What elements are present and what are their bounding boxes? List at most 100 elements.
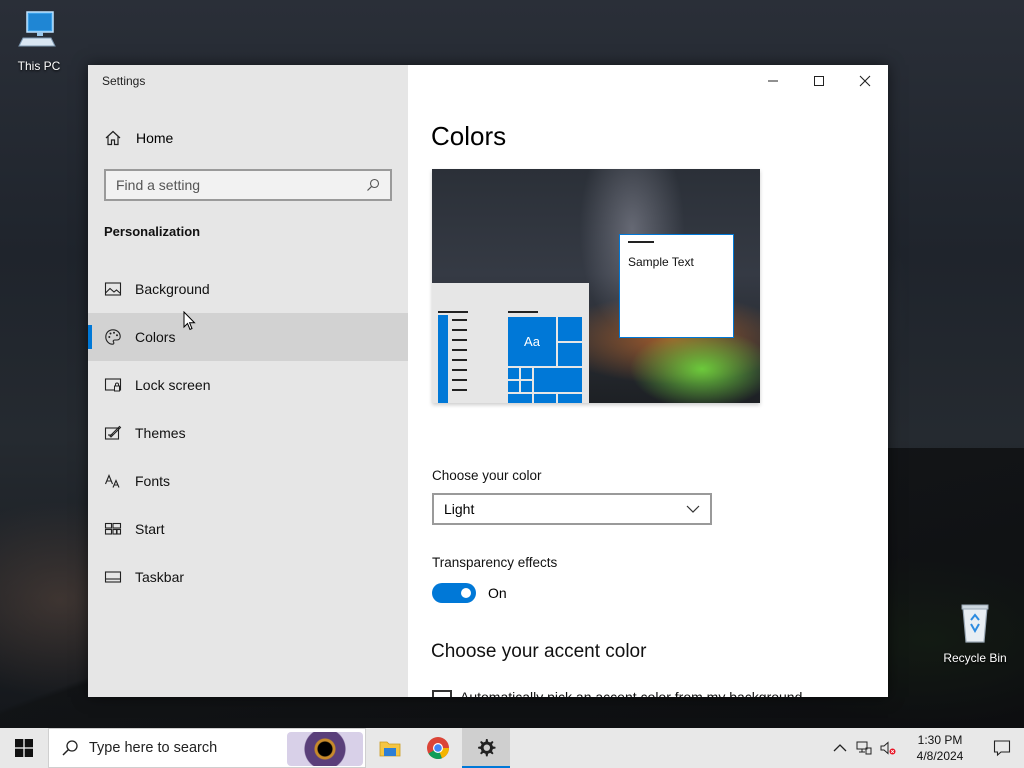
notification-icon xyxy=(993,740,1011,757)
transparency-state: On xyxy=(488,585,507,601)
preview-line xyxy=(508,311,538,313)
preview-tiles: Aa xyxy=(508,317,582,403)
settings-sidebar: Settings Home Personalization Background xyxy=(88,65,408,697)
settings-window: Settings Home Personalization Background xyxy=(88,65,888,697)
sidebar-home-label: Home xyxy=(136,130,174,146)
sidebar-item-colors[interactable]: Colors xyxy=(88,313,408,361)
palette-icon xyxy=(105,329,121,345)
sidebar-item-label: Background xyxy=(135,281,210,297)
taskbar-icon xyxy=(104,571,122,583)
recycle-bin-icon xyxy=(961,604,989,643)
settings-content: Colors Aa Sample Text Choose your color … xyxy=(408,65,888,697)
chevron-up-icon xyxy=(833,744,847,752)
toggle-knob xyxy=(461,588,471,598)
tray-show-hidden-button[interactable] xyxy=(828,728,852,768)
preview-line xyxy=(452,339,467,341)
preview-line xyxy=(452,379,467,381)
preview-tile xyxy=(534,394,556,403)
sidebar-item-background[interactable]: Background xyxy=(88,265,408,313)
tray-network-button[interactable] xyxy=(852,728,876,768)
sidebar-item-taskbar[interactable]: Taskbar xyxy=(88,553,408,601)
find-setting-input[interactable] xyxy=(116,177,366,193)
folder-icon xyxy=(379,741,401,757)
accent-color-heading: Choose your accent color xyxy=(431,641,647,662)
desktop-icon-this-pc[interactable]: This PC xyxy=(4,8,74,73)
sidebar-item-start[interactable]: Start xyxy=(88,505,408,553)
desktop-icon-label: This PC xyxy=(17,59,61,73)
taskbar-app-settings[interactable] xyxy=(462,728,510,768)
taskbar-search-box[interactable] xyxy=(48,728,366,768)
page-title: Colors xyxy=(431,121,507,151)
taskbar-app-file-explorer[interactable] xyxy=(366,728,414,768)
window-controls xyxy=(750,65,888,97)
preview-line xyxy=(452,349,467,351)
preview-line xyxy=(452,369,467,371)
sidebar-item-label: Fonts xyxy=(135,473,171,489)
sidebar-item-label: Taskbar xyxy=(135,569,185,585)
sidebar-item-label: Colors xyxy=(135,329,176,345)
taskbar-clock[interactable]: 1:30 PM 4/8/2024 xyxy=(900,732,980,764)
chevron-down-icon xyxy=(686,505,700,513)
gear-icon xyxy=(478,739,496,757)
sidebar-item-fonts[interactable]: Fonts xyxy=(88,457,408,505)
clock-time: 1:30 PM xyxy=(917,733,963,747)
taskbar-search-input[interactable] xyxy=(89,740,269,756)
taskbar: 1:30 PM 4/8/2024 xyxy=(0,728,1024,768)
volume-muted-icon xyxy=(880,741,896,755)
transparency-toggle-row: On xyxy=(432,583,507,603)
chrome-icon xyxy=(427,737,449,759)
search-icon xyxy=(367,178,380,191)
desktop-icon-recycle-bin[interactable]: Recycle Bin xyxy=(940,600,1010,665)
maximize-icon xyxy=(814,76,824,86)
network-icon xyxy=(856,741,872,755)
sidebar-item-label: Themes xyxy=(135,425,186,441)
preview-line xyxy=(452,329,467,331)
preview-tile xyxy=(508,368,519,379)
sidebar-item-label: Start xyxy=(135,521,165,537)
find-setting-box[interactable] xyxy=(104,169,392,201)
windows-logo-icon xyxy=(15,739,33,757)
start-button[interactable] xyxy=(0,728,48,768)
preview-tile xyxy=(534,368,582,392)
preview-tile xyxy=(521,381,532,392)
preview-sample-window: Sample Text xyxy=(619,234,734,338)
picture-icon xyxy=(104,282,122,296)
transparency-label: Transparency effects xyxy=(432,555,558,570)
auto-accent-checkbox[interactable] xyxy=(432,690,452,697)
preview-tile xyxy=(508,381,519,392)
color-preview: Aa Sample Text xyxy=(432,169,760,403)
preview-tile xyxy=(558,394,582,403)
sidebar-nav: Background Colors Lock screen Themes Fon… xyxy=(88,265,408,601)
preview-line xyxy=(628,241,654,243)
computer-icon xyxy=(18,11,56,47)
search-highlight-image xyxy=(287,732,363,766)
sidebar-home[interactable]: Home xyxy=(88,123,408,153)
section-label-personalization: Personalization xyxy=(104,224,201,239)
choose-color-value: Light xyxy=(444,501,475,517)
close-icon xyxy=(859,75,871,87)
taskbar-app-chrome[interactable] xyxy=(414,728,462,768)
sidebar-item-lock-screen[interactable]: Lock screen xyxy=(88,361,408,409)
tray-volume-button[interactable] xyxy=(876,728,900,768)
sidebar-item-label: Lock screen xyxy=(135,377,211,393)
preview-line xyxy=(452,389,467,391)
choose-color-label: Choose your color xyxy=(432,468,542,483)
preview-tile xyxy=(558,317,582,341)
clock-date: 4/8/2024 xyxy=(916,749,964,763)
preview-tile xyxy=(508,394,532,403)
close-button[interactable] xyxy=(842,65,888,97)
preview-tile xyxy=(521,368,532,379)
preview-sample-text: Sample Text xyxy=(628,255,694,269)
sidebar-item-themes[interactable]: Themes xyxy=(88,409,408,457)
fonts-icon xyxy=(104,474,120,488)
action-center-button[interactable] xyxy=(980,728,1024,768)
transparency-toggle[interactable] xyxy=(432,583,476,603)
search-icon xyxy=(62,740,78,756)
minimize-button[interactable] xyxy=(750,65,796,97)
maximize-button[interactable] xyxy=(796,65,842,97)
auto-accent-label: Automatically pick an accent color from … xyxy=(460,689,803,697)
themes-brush-icon xyxy=(104,425,122,440)
mouse-cursor-icon xyxy=(183,311,196,331)
choose-color-dropdown[interactable]: Light xyxy=(432,493,712,525)
preview-line xyxy=(452,359,467,361)
